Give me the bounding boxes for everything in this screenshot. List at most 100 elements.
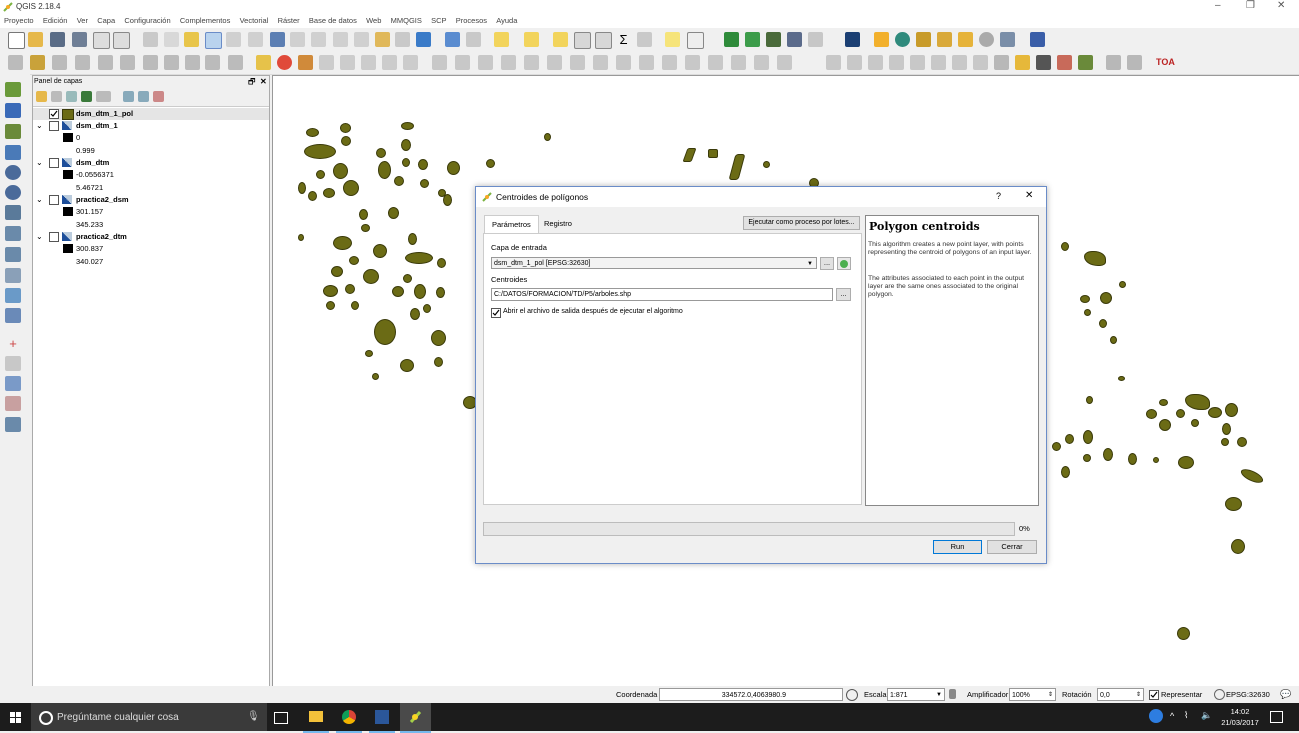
- label-abc-icon[interactable]: [256, 55, 271, 70]
- maximize-icon[interactable]: ❐: [1246, 0, 1255, 11]
- zoom-out-icon[interactable]: [226, 32, 241, 47]
- lock-scale-icon[interactable]: [949, 689, 956, 699]
- action-icon[interactable]: [466, 32, 481, 47]
- close-panel-icon[interactable]: ✕: [260, 76, 267, 88]
- add-group-icon[interactable]: [51, 91, 62, 102]
- output-browse-button[interactable]: ...: [836, 288, 851, 301]
- messages-icon[interactable]: 💬: [1280, 689, 1291, 700]
- layer-row[interactable]: ⌄ dsm_dtm_1: [33, 120, 269, 132]
- output-path-input[interactable]: C:/DATOS/FORMACION/TD/P5/arboles.shp: [491, 288, 833, 301]
- map-tips-icon[interactable]: [665, 32, 680, 47]
- plugin-globe2-icon[interactable]: [979, 32, 994, 47]
- microphone-icon[interactable]: 🎙: [247, 711, 260, 722]
- save-project-icon[interactable]: [50, 32, 65, 47]
- add-delimited-text-icon[interactable]: [5, 124, 21, 139]
- layer-row[interactable]: ⌄ dsm_dtm: [33, 157, 269, 169]
- raster-full-icon[interactable]: [973, 55, 988, 70]
- scp-icon[interactable]: [1036, 55, 1051, 70]
- crs-label[interactable]: EPSG:32630: [1226, 690, 1270, 699]
- plugin-green-icon[interactable]: [724, 32, 739, 47]
- add-vector-layer-icon[interactable]: [5, 82, 21, 97]
- extents-toggle-icon[interactable]: [846, 689, 858, 701]
- layer-visibility-checkbox[interactable]: [49, 121, 59, 131]
- expand-all-icon[interactable]: [123, 91, 134, 102]
- layer-visibility-checkbox[interactable]: [49, 232, 59, 242]
- show-bookmarks-icon[interactable]: [395, 32, 410, 47]
- file-explorer-taskbar-button[interactable]: [303, 703, 329, 733]
- advanced-digitize-10-icon[interactable]: [639, 55, 654, 70]
- undo-icon[interactable]: [228, 55, 243, 70]
- menu-proyecto[interactable]: Proyecto: [4, 14, 34, 28]
- crs-globe-icon[interactable]: [1214, 689, 1225, 700]
- new-spatialite-icon[interactable]: [5, 288, 21, 303]
- advanced-digitize-12-icon[interactable]: [685, 55, 700, 70]
- kmz-icon[interactable]: [958, 32, 973, 47]
- float-panel-icon[interactable]: 🗗: [248, 76, 256, 88]
- add-wcs-icon[interactable]: [5, 185, 21, 200]
- layer-visibility-checkbox[interactable]: [49, 158, 59, 168]
- task-view-icon[interactable]: [274, 712, 288, 724]
- menu-vectorial[interactable]: Vectorial: [240, 14, 269, 28]
- label-move-icon[interactable]: [340, 55, 355, 70]
- notification-app-icon[interactable]: [1149, 709, 1163, 723]
- render-checkbox[interactable]: [1149, 690, 1159, 700]
- advanced-digitize-14-icon[interactable]: [731, 55, 746, 70]
- menu-web[interactable]: Web: [366, 14, 381, 28]
- python-console-icon[interactable]: [845, 32, 860, 47]
- add-raster-layer-icon[interactable]: [5, 103, 21, 118]
- layer-row[interactable]: ⌄ practica2_dsm: [33, 194, 269, 206]
- chevron-down-icon[interactable]: ⌄: [36, 120, 43, 132]
- add-circle-icon[interactable]: [5, 356, 21, 371]
- raster-decrease-icon[interactable]: [931, 55, 946, 70]
- chevron-down-icon[interactable]: ⌄: [36, 157, 43, 169]
- raster-histogram-icon[interactable]: [868, 55, 883, 70]
- raster-local-icon[interactable]: [952, 55, 967, 70]
- chevron-down-icon[interactable]: ⌄: [36, 231, 43, 243]
- taskbar-search-box[interactable]: Pregúntame cualquier cosa 🎙: [31, 703, 267, 731]
- globe-plugin-icon[interactable]: [895, 32, 910, 47]
- plugin-search-icon[interactable]: [1000, 32, 1015, 47]
- notes-taskbar-button[interactable]: [369, 703, 395, 733]
- advanced-digitize-13-icon[interactable]: [708, 55, 723, 70]
- scale-select[interactable]: 1:871 ▼: [887, 688, 945, 701]
- advanced-digitize-8-icon[interactable]: [593, 55, 608, 70]
- menu-edicion[interactable]: Edición: [43, 14, 68, 28]
- taskbar-clock-time[interactable]: 14:02: [1219, 707, 1261, 716]
- menu-configuracion[interactable]: Configuración: [124, 14, 170, 28]
- advanced-digitize-5-icon[interactable]: [524, 55, 539, 70]
- measure-icon[interactable]: [637, 32, 652, 47]
- zoom-last-icon[interactable]: [333, 32, 348, 47]
- save-edits-icon[interactable]: [52, 55, 67, 70]
- tab-parametros[interactable]: Parámetros: [484, 215, 539, 234]
- toa-icon[interactable]: TOA: [1156, 55, 1175, 70]
- advanced-digitize-16-icon[interactable]: [777, 55, 792, 70]
- zoom-layer-icon[interactable]: [311, 32, 326, 47]
- open-layer-styling-icon[interactable]: [36, 91, 47, 102]
- node-tool-icon[interactable]: [120, 55, 135, 70]
- advanced-digitize-15-icon[interactable]: [754, 55, 769, 70]
- zoom-full-icon[interactable]: [270, 32, 285, 47]
- raster-stretch-icon[interactable]: [889, 55, 904, 70]
- plugin-export-icon[interactable]: [745, 32, 760, 47]
- tab-registro[interactable]: Registro: [537, 215, 579, 233]
- zoom-in-icon[interactable]: [205, 32, 222, 49]
- scp-tools-icon[interactable]: [1106, 55, 1121, 70]
- new-bookmark-icon[interactable]: [375, 32, 390, 47]
- composer-manager-icon[interactable]: [113, 32, 130, 49]
- advanced-digitize-3-icon[interactable]: [478, 55, 493, 70]
- crosshair-icon[interactable]: +: [5, 336, 21, 351]
- move-feature-icon[interactable]: [98, 55, 113, 70]
- input-layer-browse-button[interactable]: ...: [820, 257, 834, 270]
- advanced-digitize-4-icon[interactable]: [501, 55, 516, 70]
- iterate-icon[interactable]: [837, 257, 851, 270]
- add-wfs-icon[interactable]: [5, 205, 21, 220]
- layer-visibility-checkbox[interactable]: [49, 195, 59, 205]
- attribute-table-icon[interactable]: [574, 32, 591, 49]
- menu-procesos[interactable]: Procesos: [456, 14, 487, 28]
- chevron-down-icon[interactable]: ⌄: [36, 194, 43, 206]
- advanced-digitize-9-icon[interactable]: [616, 55, 631, 70]
- label-rotate-icon[interactable]: [361, 55, 376, 70]
- processing-toolbox-icon[interactable]: [874, 32, 889, 47]
- refresh-icon[interactable]: [416, 32, 431, 47]
- pan-to-selection-icon[interactable]: [184, 32, 199, 47]
